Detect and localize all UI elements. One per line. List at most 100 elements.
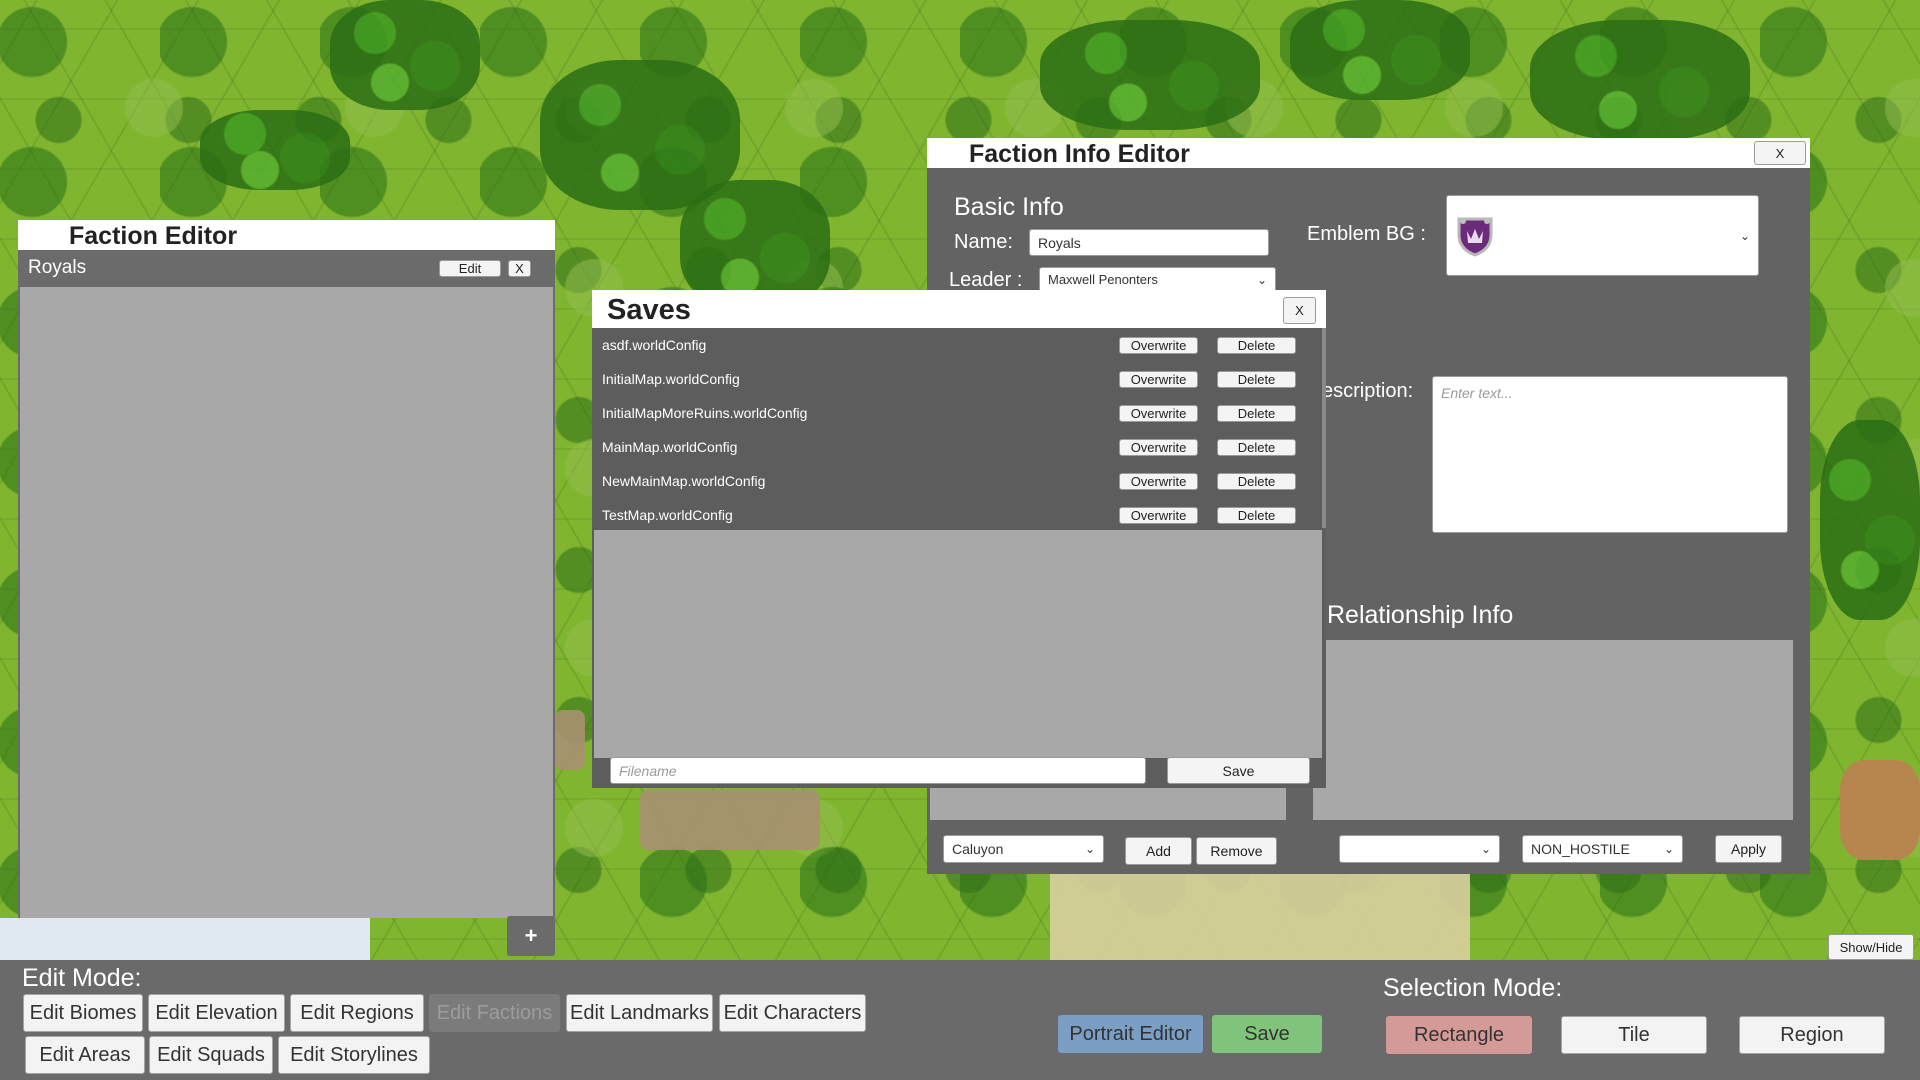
chevron-down-icon: ⌄ (1480, 842, 1491, 856)
remove-member-button[interactable]: Remove (1196, 837, 1277, 865)
add-faction-button[interactable]: + (507, 916, 555, 956)
region-mode-button[interactable]: Region (1739, 1016, 1885, 1054)
relation-target-select[interactable]: ⌄ (1339, 835, 1500, 863)
faction-editor-window: Faction Editor Royals Edit X + (18, 220, 555, 956)
edit-faction-button[interactable]: Edit (439, 260, 501, 277)
delete-button[interactable]: Delete (1217, 439, 1296, 456)
leader-select[interactable]: Maxwell Penonters ⌄ (1039, 267, 1276, 292)
save-filename: InitialMapMoreRuins.worldConfig (602, 405, 808, 421)
edit-mode-label: Edit Mode: (22, 964, 142, 992)
edit-landmarks-button[interactable]: Edit Landmarks (566, 994, 713, 1032)
relation-type-select[interactable]: NON_HOSTILE ⌄ (1522, 835, 1683, 863)
save-file-button[interactable]: Save (1167, 757, 1310, 784)
leader-label: Leader : (949, 269, 1023, 291)
edit-storylines-button[interactable]: Edit Storylines (278, 1036, 430, 1074)
sand-tile (1050, 874, 1470, 960)
forest-tile (1290, 0, 1470, 100)
description-placeholder: Enter text... (1441, 385, 1513, 401)
saves-list-empty-area (594, 530, 1322, 758)
town-tile (640, 790, 820, 850)
edit-squads-button[interactable]: Edit Squads (149, 1036, 273, 1074)
town-tile (555, 710, 585, 770)
faction-info-close-button[interactable]: X (1754, 141, 1806, 165)
relationships-list[interactable] (1313, 640, 1793, 820)
chevron-down-icon: ⌄ (1739, 228, 1750, 243)
member-select[interactable]: Caluyon ⌄ (943, 835, 1104, 863)
faction-info-titlebar[interactable]: Faction Info Editor (927, 138, 1810, 168)
overwrite-button[interactable]: Overwrite (1119, 439, 1198, 456)
saves-scrollbar[interactable] (1322, 328, 1326, 528)
add-member-button[interactable]: Add (1125, 837, 1192, 865)
saves-titlebar[interactable]: Saves (592, 290, 1326, 328)
save-filename: TestMap.worldConfig (602, 507, 733, 523)
save-row[interactable]: TestMap.worldConfig Overwrite Delete (592, 498, 1320, 532)
edit-regions-button[interactable]: Edit Regions (290, 994, 424, 1032)
overwrite-button[interactable]: Overwrite (1119, 371, 1198, 388)
overwrite-button[interactable]: Overwrite (1119, 507, 1198, 524)
emblem-bg-label: Emblem BG : (1307, 223, 1426, 245)
delete-button[interactable]: Delete (1217, 371, 1296, 388)
faction-info-title: Faction Info Editor (969, 140, 1190, 168)
save-row[interactable]: InitialMap.worldConfig Overwrite Delete (592, 362, 1320, 396)
save-row[interactable]: InitialMapMoreRuins.worldConfig Overwrit… (592, 396, 1320, 430)
edit-areas-button[interactable]: Edit Areas (25, 1036, 145, 1074)
save-filename: InitialMap.worldConfig (602, 371, 740, 387)
overwrite-button[interactable]: Overwrite (1119, 473, 1198, 490)
edit-biomes-button[interactable]: Edit Biomes (23, 994, 143, 1032)
snow-tile (0, 918, 370, 960)
name-input[interactable]: Royals (1029, 229, 1269, 256)
forest-tile (1820, 420, 1920, 620)
faction-list[interactable] (20, 287, 553, 918)
saves-window: Saves X asdf.worldConfig Overwrite Delet… (592, 290, 1326, 788)
save-row[interactable]: NewMainMap.worldConfig Overwrite Delete (592, 464, 1320, 498)
faction-name[interactable]: Royals (28, 257, 86, 279)
forest-tile (1040, 20, 1260, 130)
saves-close-button[interactable]: X (1283, 297, 1316, 324)
delete-button[interactable]: Delete (1217, 507, 1296, 524)
delete-button[interactable]: Delete (1217, 473, 1296, 490)
forest-tile (1530, 20, 1750, 140)
chevron-down-icon: ⌄ (1663, 842, 1674, 856)
leader-select-value: Maxwell Penonters (1048, 272, 1158, 287)
saves-title: Saves (607, 294, 691, 326)
emblem-bg-select[interactable]: ⌄ (1446, 195, 1759, 276)
edit-elevation-button[interactable]: Edit Elevation (148, 994, 285, 1032)
delete-faction-button[interactable]: X (508, 260, 531, 277)
description-label: escription: (1322, 380, 1414, 402)
rectangle-mode-button[interactable]: Rectangle (1386, 1016, 1532, 1054)
tile-mode-button[interactable]: Tile (1561, 1016, 1707, 1054)
edit-factions-button[interactable]: Edit Factions (429, 994, 560, 1032)
faction-editor-title: Faction Editor (69, 222, 238, 250)
name-label: Name: (954, 231, 1013, 253)
relationship-info-heading: Relationship Info (1327, 601, 1514, 629)
show-hide-button[interactable]: Show/Hide (1828, 934, 1914, 960)
filename-input[interactable]: Filename (610, 757, 1146, 784)
save-filename: asdf.worldConfig (602, 337, 707, 353)
forest-tile (200, 110, 350, 190)
selection-mode-label: Selection Mode: (1383, 974, 1563, 1002)
shield-emblem-icon (1457, 217, 1493, 257)
apply-relation-button[interactable]: Apply (1715, 835, 1782, 863)
filename-placeholder: Filename (619, 762, 677, 779)
edit-characters-button[interactable]: Edit Characters (719, 994, 866, 1032)
member-select-value: Caluyon (952, 841, 1004, 857)
chevron-down-icon: ⌄ (1084, 842, 1095, 856)
bottom-toolbar: Edit Mode: Edit Biomes Edit Elevation Ed… (0, 960, 1920, 1080)
save-row[interactable]: MainMap.worldConfig Overwrite Delete (592, 430, 1320, 464)
save-filename: MainMap.worldConfig (602, 439, 738, 455)
description-textarea[interactable]: Enter text... (1432, 376, 1788, 533)
overwrite-button[interactable]: Overwrite (1119, 337, 1198, 354)
chevron-down-icon: ⌄ (1256, 272, 1267, 287)
overwrite-button[interactable]: Overwrite (1119, 405, 1198, 422)
portrait-editor-button[interactable]: Portrait Editor (1058, 1015, 1203, 1053)
forest-tile (330, 0, 480, 110)
basic-info-heading: Basic Info (954, 193, 1064, 221)
delete-button[interactable]: Delete (1217, 405, 1296, 422)
delete-button[interactable]: Delete (1217, 337, 1296, 354)
relation-type-value: NON_HOSTILE (1531, 841, 1630, 857)
faction-editor-titlebar[interactable]: Faction Editor (18, 220, 555, 250)
save-filename: NewMainMap.worldConfig (602, 473, 766, 489)
rock-tile (1840, 760, 1920, 860)
save-row[interactable]: asdf.worldConfig Overwrite Delete (592, 328, 1320, 362)
save-world-button[interactable]: Save (1212, 1015, 1322, 1053)
